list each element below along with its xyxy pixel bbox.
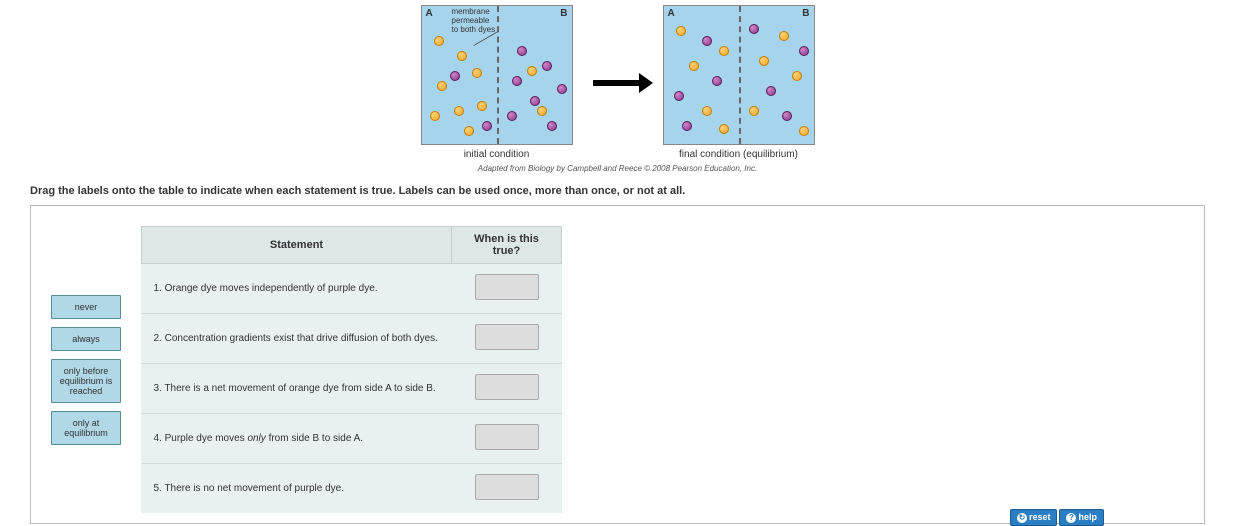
table-row: 5. There is no net movement of purple dy… <box>142 464 562 514</box>
purple-molecule-icon <box>542 61 552 71</box>
help-icon: ? <box>1066 513 1076 523</box>
statement-3: 3. There is a net movement of orange dye… <box>142 364 452 414</box>
labels-pool: never always only before equilibrium is … <box>51 226 121 513</box>
statement-1: 1. Orange dye moves independently of pur… <box>142 264 452 314</box>
orange-molecule-icon <box>799 126 809 136</box>
purple-molecule-icon <box>782 111 792 121</box>
purple-molecule-icon <box>712 76 722 86</box>
final-panel: A B final condition (equilibrium) <box>663 5 815 160</box>
stmt4-pre: 4. Purple dye moves <box>154 433 248 444</box>
orange-molecule-icon <box>457 51 467 61</box>
stmt4-em: only <box>247 433 265 444</box>
label-a: A <box>668 8 675 19</box>
header-statement: Statement <box>142 227 452 264</box>
purple-molecule-icon <box>450 71 460 81</box>
orange-molecule-icon <box>437 81 447 91</box>
table-row: 3. There is a net movement of orange dye… <box>142 364 562 414</box>
activity-area: never always only before equilibrium is … <box>30 205 1205 524</box>
drop-slot-3[interactable] <box>475 374 539 400</box>
orange-molecule-icon <box>719 124 729 134</box>
help-label: help <box>1078 512 1097 522</box>
label-never[interactable]: never <box>51 295 121 319</box>
diagram-section: A B membrane permeable to both dyes <box>0 0 1235 160</box>
label-b: B <box>802 8 809 19</box>
purple-molecule-icon <box>530 96 540 106</box>
orange-molecule-icon <box>454 106 464 116</box>
bottom-buttons: ↻reset ?help <box>1008 509 1104 526</box>
statement-5: 5. There is no net movement of purple dy… <box>142 464 452 514</box>
drop-slot-4[interactable] <box>475 424 539 450</box>
annot-l2: permeable <box>452 16 490 25</box>
initial-panel: A B membrane permeable to both dyes <box>421 5 573 160</box>
orange-molecule-icon <box>472 68 482 78</box>
purple-molecule-icon <box>517 46 527 56</box>
label-before-equilibrium[interactable]: only before equilibrium is reached <box>51 359 121 403</box>
citation: Adapted from Biology by Campbell and Ree… <box>0 164 1235 173</box>
orange-molecule-icon <box>779 31 789 41</box>
arrow-icon <box>593 80 643 86</box>
statement-2: 2. Concentration gradients exist that dr… <box>142 314 452 364</box>
purple-molecule-icon <box>702 36 712 46</box>
orange-molecule-icon <box>749 106 759 116</box>
orange-molecule-icon <box>527 66 537 76</box>
final-box: A B <box>663 5 815 145</box>
statements-table: Statement When is this true? 1. Orange d… <box>141 226 562 513</box>
reset-button[interactable]: ↻reset <box>1010 509 1058 526</box>
orange-molecule-icon <box>792 71 802 81</box>
membrane-line <box>497 6 499 144</box>
orange-molecule-icon <box>689 61 699 71</box>
drop-slot-1[interactable] <box>475 274 539 300</box>
label-a: A <box>426 8 433 19</box>
orange-molecule-icon <box>430 111 440 121</box>
table-row: 4. Purple dye moves only from side B to … <box>142 414 562 464</box>
purple-molecule-icon <box>512 76 522 86</box>
drop-slot-2[interactable] <box>475 324 539 350</box>
stmt4-post: from side B to side A. <box>266 433 363 444</box>
orange-molecule-icon <box>719 46 729 56</box>
reset-label: reset <box>1029 512 1051 522</box>
table-row: 1. Orange dye moves independently of pur… <box>142 264 562 314</box>
statement-4: 4. Purple dye moves only from side B to … <box>142 414 452 464</box>
header-when: When is this true? <box>452 227 562 264</box>
purple-molecule-icon <box>749 24 759 34</box>
initial-box: A B membrane permeable to both dyes <box>421 5 573 145</box>
reset-icon: ↻ <box>1017 513 1027 523</box>
initial-caption: initial condition <box>464 149 530 160</box>
statements-table-wrap: Statement When is this true? 1. Orange d… <box>141 226 562 513</box>
purple-molecule-icon <box>557 84 567 94</box>
membrane-line <box>739 6 741 144</box>
orange-molecule-icon <box>676 26 686 36</box>
purple-molecule-icon <box>766 86 776 96</box>
label-b: B <box>560 8 567 19</box>
purple-molecule-icon <box>547 121 557 131</box>
orange-molecule-icon <box>702 106 712 116</box>
table-row: 2. Concentration gradients exist that dr… <box>142 314 562 364</box>
help-button[interactable]: ?help <box>1059 509 1104 526</box>
orange-molecule-icon <box>477 101 487 111</box>
purple-molecule-icon <box>799 46 809 56</box>
purple-molecule-icon <box>682 121 692 131</box>
annot-l3: to both dyes <box>452 25 496 34</box>
orange-molecule-icon <box>537 106 547 116</box>
membrane-annotation: membrane permeable to both dyes <box>452 8 496 34</box>
label-always[interactable]: always <box>51 327 121 351</box>
final-caption: final condition (equilibrium) <box>679 149 798 160</box>
drop-slot-5[interactable] <box>475 474 539 500</box>
orange-molecule-icon <box>464 126 474 136</box>
label-at-equilibrium[interactable]: only at equilibrium <box>51 411 121 445</box>
purple-molecule-icon <box>482 121 492 131</box>
purple-molecule-icon <box>674 91 684 101</box>
orange-molecule-icon <box>434 36 444 46</box>
annot-l1: membrane <box>452 7 490 16</box>
purple-molecule-icon <box>507 111 517 121</box>
instruction-text: Drag the labels onto the table to indica… <box>0 173 1235 205</box>
orange-molecule-icon <box>759 56 769 66</box>
